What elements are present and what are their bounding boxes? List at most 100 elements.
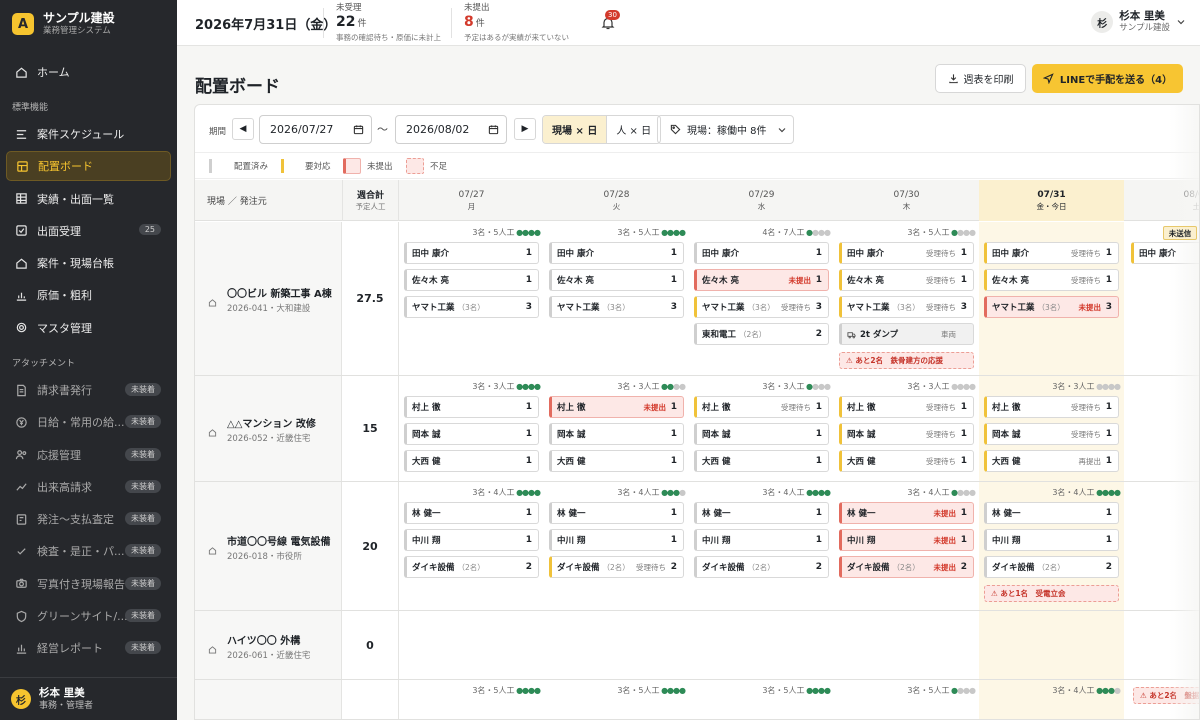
- sidebar-item-trend[interactable]: 出来高請求 未装着: [6, 472, 171, 502]
- assignment-card[interactable]: 中川 翔 1: [694, 529, 829, 551]
- unsent-tag[interactable]: 未送信: [1163, 226, 1197, 240]
- assignment-card[interactable]: ヤマト工業 （3名） 未提出 3: [984, 296, 1119, 318]
- sidebar-item-people[interactable]: 応援管理 未装着: [6, 440, 171, 470]
- assignment-card[interactable]: 林 健一 1: [984, 502, 1119, 524]
- sidebar-item-label: 出来高請求: [37, 480, 92, 494]
- shortage-alert[interactable]: ⚠ あと2名 鉄骨建方の応援: [839, 352, 974, 369]
- assignment-card[interactable]: 田中 康介 受理待ち 1: [984, 242, 1119, 264]
- site-cell[interactable]: ハイツ〇〇 外構 2026-061・近畿住宅: [195, 611, 342, 679]
- view-site-by-day[interactable]: 現場 × 日: [543, 116, 608, 143]
- sidebar-item-badge: 未装着: [125, 415, 161, 429]
- assignment-card[interactable]: 佐々木 亮 1: [404, 269, 539, 291]
- site-week-total: 27.5: [342, 222, 399, 375]
- assignment-card[interactable]: 田中 康介 1: [404, 242, 539, 264]
- assignment-card[interactable]: 大西 健 受理待ち 1: [839, 450, 974, 472]
- assignment-card[interactable]: ヤマト工業 （3名） 受理待ち 3: [694, 296, 829, 318]
- assignment-card[interactable]: 佐々木 亮 受理待ち 1: [984, 269, 1119, 291]
- assignment-card[interactable]: ダイキ設備 （2名） 未提出 2: [839, 556, 974, 578]
- assignment-card[interactable]: 林 健一 1: [549, 502, 684, 524]
- assignment-card[interactable]: 佐々木 亮 受理待ち 1: [839, 269, 974, 291]
- site-cell[interactable]: 〇〇ビル 新築工事 A棟 2026-041・大和建設: [195, 222, 342, 375]
- assignment-card[interactable]: 大西 健 1: [694, 450, 829, 472]
- next-week-button[interactable]: ▶: [514, 118, 536, 140]
- assignment-card[interactable]: ダイキ設備 （2名） 2: [694, 556, 829, 578]
- sidebar-item-gear[interactable]: マスタ管理: [6, 313, 171, 343]
- view-person-by-day[interactable]: 人 × 日: [607, 116, 660, 143]
- assignment-card[interactable]: 村上 徹 受理待ち 1: [984, 396, 1119, 418]
- card-count: 1: [1105, 402, 1112, 412]
- assignment-card[interactable]: 岡本 誠 1: [404, 423, 539, 445]
- end-date-input[interactable]: 2026/08/02: [395, 115, 507, 144]
- print-week-button[interactable]: 週表を印刷: [935, 64, 1026, 93]
- prev-week-button[interactable]: ◀: [232, 118, 254, 140]
- shortage-alert[interactable]: ⚠ あと1名 受電立会: [984, 585, 1119, 602]
- assignment-card[interactable]: 田中 康介 1: [549, 242, 684, 264]
- sidebar-item-schedule[interactable]: 案件スケジュール: [6, 119, 171, 149]
- assignment-card[interactable]: ダイキ設備 （2名） 2: [984, 556, 1119, 578]
- stat-unreceived[interactable]: 未受理 22 件 事務の確認待ち・原価に未計上: [336, 3, 441, 43]
- assignment-card[interactable]: ヤマト工業 （3名） 3: [549, 296, 684, 318]
- assignment-card[interactable]: 大西 健 1: [549, 450, 684, 472]
- assignment-card[interactable]: 村上 徹 未提出 1: [549, 396, 684, 418]
- assignment-card[interactable]: 村上 徹 受理待ち 1: [839, 396, 974, 418]
- header-day-date: 07/29: [748, 190, 775, 200]
- assignment-card[interactable]: 佐々木 亮 未提出 1: [694, 269, 829, 291]
- truck-icon: [847, 330, 856, 339]
- sidebar-item-table[interactable]: 実績・出面一覧: [6, 184, 171, 214]
- sidebar-item-shield[interactable]: グリーンサイト/... 未装着: [6, 601, 171, 631]
- assignment-card[interactable]: 佐々木 亮 1: [549, 269, 684, 291]
- worker-name: 林 健一: [412, 507, 440, 519]
- assignment-card[interactable]: 中川 翔 1: [404, 529, 539, 551]
- stat-unsubmitted[interactable]: 未提出 8件 予定はあるが実績が来ていない: [464, 3, 569, 43]
- sidebar-item-chart[interactable]: 原価・粗利: [6, 280, 171, 310]
- assignment-card[interactable]: 大西 健 再提出 1: [984, 450, 1119, 472]
- assignment-card[interactable]: 林 健一 未提出 1: [839, 502, 974, 524]
- assignment-card[interactable]: 村上 徹 受理待ち 1: [694, 396, 829, 418]
- assignment-card[interactable]: ヤマト工業 （3名） 受理待ち 3: [839, 296, 974, 318]
- day-summary: 3名・4人工 ●●●●: [549, 487, 686, 498]
- assignment-card[interactable]: ヤマト工業 （3名） 3: [404, 296, 539, 318]
- sidebar-item-order[interactable]: 発注〜支払査定 未装着: [6, 504, 171, 534]
- site-cell[interactable]: 市道〇〇号線 電気設備 2026-018・市役所: [195, 482, 342, 610]
- site-cell[interactable]: [195, 680, 342, 719]
- start-date-input[interactable]: 2026/07/27: [259, 115, 372, 144]
- assignment-card[interactable]: 岡本 誠 1: [549, 423, 684, 445]
- brand[interactable]: A サンプル建設 業務管理システム: [0, 0, 177, 48]
- checkbox-icon: [15, 224, 28, 237]
- assignment-card[interactable]: 東和電工 （2名） 2: [694, 323, 829, 345]
- assignment-card[interactable]: ダイキ設備 （2名） 受理待ち 2: [549, 556, 684, 578]
- top-user-menu[interactable]: 杉 杉本 里美 サンプル建設: [1091, 10, 1186, 34]
- assignment-card[interactable]: 田中 康介 受理待ち 1: [839, 242, 974, 264]
- assignment-card[interactable]: 中川 翔 1: [984, 529, 1119, 551]
- sidebar-item-invoice[interactable]: 請求書発行 未装着: [6, 375, 171, 405]
- header-day-weekday: 火: [612, 202, 621, 211]
- date-range-tilde: 〜: [377, 123, 388, 136]
- schedule-icon: [15, 128, 28, 141]
- assignment-card[interactable]: 岡本 誠 1: [694, 423, 829, 445]
- sidebar-item-yen[interactable]: 日給・常用の給... 未装着: [6, 407, 171, 437]
- line-send-button[interactable]: LINEで手配を送る（4）: [1032, 64, 1183, 93]
- assignment-card[interactable]: ダイキ設備 （2名） 2: [404, 556, 539, 578]
- assignment-card[interactable]: 村上 徹 1: [404, 396, 539, 418]
- sidebar-item-checkbox[interactable]: 出面受理 25: [6, 216, 171, 246]
- site-cell[interactable]: △△マンション 改修 2026-052・近畿住宅: [195, 376, 342, 481]
- worker-headcount: （2名）: [602, 563, 630, 572]
- sidebar-item-report[interactable]: 経営レポート 未装着: [6, 633, 171, 663]
- sidebar-item-house[interactable]: 案件・現場台帳: [6, 248, 171, 278]
- sidebar-item-camera[interactable]: 写真付き現場報告 未装着: [6, 569, 171, 599]
- assignment-card[interactable]: 大西 健 1: [404, 450, 539, 472]
- assignment-card[interactable]: 林 健一 1: [694, 502, 829, 524]
- sidebar-user[interactable]: 杉 杉本 里美 事務・管理者: [0, 677, 177, 720]
- assignment-card[interactable]: 岡本 誠 受理待ち 1: [839, 423, 974, 445]
- assignment-card[interactable]: 中川 翔 未提出 1: [839, 529, 974, 551]
- card-count: 1: [960, 429, 967, 439]
- assignment-card[interactable]: 岡本 誠 受理待ち 1: [984, 423, 1119, 445]
- sidebar-item-inspect[interactable]: 検査・是正・パ... 未装着: [6, 536, 171, 566]
- sidebar-item-home[interactable]: ホーム: [6, 57, 171, 87]
- site-filter-dropdown[interactable]: 現場：稼働中 8件: [657, 115, 794, 144]
- assignment-card[interactable]: 林 健一 1: [404, 502, 539, 524]
- assignment-card[interactable]: 2t ダンプ 車両: [839, 323, 974, 345]
- assignment-card[interactable]: 田中 康介 1: [694, 242, 829, 264]
- sidebar-item-board[interactable]: 配置ボード: [6, 151, 171, 182]
- assignment-card[interactable]: 中川 翔 1: [549, 529, 684, 551]
